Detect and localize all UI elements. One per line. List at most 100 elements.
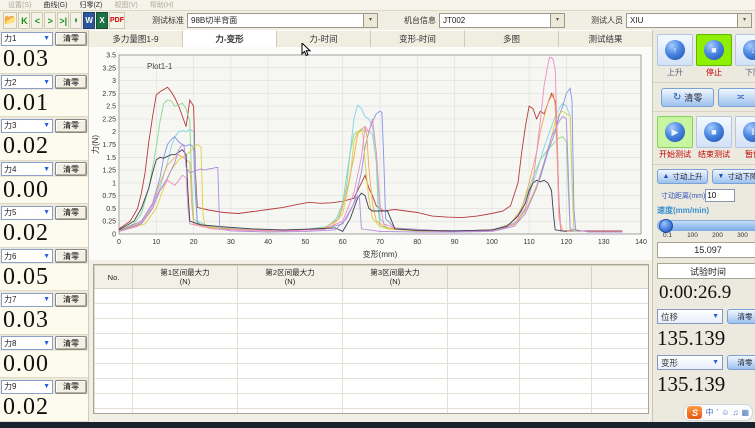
channel-zero-button[interactable]: 清零 xyxy=(55,75,87,89)
chevron-down-icon[interactable]: ▾ xyxy=(363,14,377,27)
menu-item[interactable]: 归零(Z) xyxy=(79,0,102,10)
start-test-label: 开始测试 xyxy=(657,149,693,160)
speed-slider-thumb[interactable] xyxy=(659,219,673,233)
channel-select[interactable]: 力2▼ xyxy=(1,75,53,89)
table-row[interactable] xyxy=(95,409,650,415)
channel-zero-button[interactable]: 清零 xyxy=(55,380,87,394)
menu-item[interactable]: 曲线(G) xyxy=(43,0,67,10)
channel-zero-button[interactable]: 清零 xyxy=(55,162,87,176)
channel-zero-button[interactable]: 清零 xyxy=(55,32,87,46)
play-icon: ▶ xyxy=(665,122,685,142)
channel-zero-button[interactable]: 清零 xyxy=(55,249,87,263)
tab-多图[interactable]: 多图 xyxy=(465,30,559,47)
pdf-export-icon[interactable]: PDF xyxy=(109,12,125,29)
ime-tool-icon[interactable]: 中 xyxy=(705,409,713,417)
speed-slider[interactable] xyxy=(657,220,755,231)
crosshead-up-button[interactable]: ↑上升 xyxy=(657,34,693,78)
table-row[interactable] xyxy=(95,304,650,319)
table-row[interactable] xyxy=(95,394,650,409)
channel-select[interactable]: 力8▼ xyxy=(1,336,53,350)
sogou-input-bar[interactable]: S中’☺♫▦ xyxy=(683,404,753,421)
deformation-select[interactable]: 变形 ▼ xyxy=(657,355,723,370)
menu-item[interactable]: 设置(S) xyxy=(8,0,31,10)
next-record-icon[interactable]: > xyxy=(44,12,56,29)
app-window: 设置(S) 曲线(G) 归零(Z) 视图(V) 帮助(H) 📂K<>>|◗WXPDF 测试… xyxy=(0,0,755,428)
curve-icon[interactable]: ◗ xyxy=(70,12,82,29)
table-cell xyxy=(238,409,343,415)
displacement-zero-button[interactable]: 清零 xyxy=(727,309,755,324)
end-test-button[interactable]: ■结束测试 xyxy=(696,116,732,160)
pause-test-button[interactable]: ‖暂停 xyxy=(735,116,755,160)
table-cell xyxy=(343,364,448,379)
inch-up-button[interactable]: ▲ 寸动上升 xyxy=(657,169,708,184)
chevron-down-icon[interactable]: ▾ xyxy=(550,14,564,27)
panel-zero-button[interactable]: ↻ 清零 xyxy=(661,88,714,107)
table-row[interactable] xyxy=(95,289,650,304)
ime-tool-icon[interactable]: ’ xyxy=(716,409,718,417)
table-cell xyxy=(448,349,520,364)
table-row[interactable] xyxy=(95,364,650,379)
deformation-zero-button[interactable]: 清零 xyxy=(727,355,755,370)
menu-item[interactable]: 视图(V) xyxy=(114,0,137,10)
ime-tool-icon[interactable]: ☺ xyxy=(721,409,729,417)
test-time-label: 试验时间 xyxy=(657,263,755,279)
table-header-cell: No. xyxy=(95,266,133,289)
first-record-icon[interactable]: K xyxy=(18,12,30,29)
toolbar-field-label: 测试人员 xyxy=(591,15,623,26)
channel-zero-button[interactable]: 清零 xyxy=(55,293,87,307)
return-button[interactable]: ≍ xyxy=(718,88,755,107)
open-file-icon[interactable]: 📂 xyxy=(3,12,17,29)
svg-text:110: 110 xyxy=(524,239,535,246)
menu-item[interactable]: 帮助(H) xyxy=(150,0,174,10)
sogou-logo-icon[interactable]: S xyxy=(687,406,702,419)
chevron-down-icon[interactable]: ▾ xyxy=(737,14,751,27)
channel-zero-button[interactable]: 清零 xyxy=(55,336,87,350)
svg-text:10: 10 xyxy=(152,239,160,246)
prev-record-icon[interactable]: < xyxy=(31,12,43,29)
channel-select-label: 力3 xyxy=(4,120,16,131)
toolbar-combo[interactable]: XIU▾ xyxy=(626,13,752,28)
taskbar-edge[interactable] xyxy=(0,422,755,428)
channel-select[interactable]: 力3▼ xyxy=(1,119,53,133)
tab-变形-时间[interactable]: 变形-时间 xyxy=(371,30,465,47)
channel-zero-button[interactable]: 清零 xyxy=(55,206,87,220)
chevron-down-icon: ▼ xyxy=(43,296,50,303)
channel-row: 力3▼清零 xyxy=(0,117,88,133)
tab-测试结果[interactable]: 测试结果 xyxy=(559,30,653,47)
force-deformation-chart[interactable]: 010203040506070809010011012013014000.250… xyxy=(89,47,653,260)
ime-tool-icon[interactable]: ▦ xyxy=(741,409,749,417)
displacement-select[interactable]: 位移 ▼ xyxy=(657,309,723,324)
last-record-icon[interactable]: >| xyxy=(57,12,69,29)
inch-down-button[interactable]: ▼ 寸动下降 xyxy=(712,169,755,184)
table-cell xyxy=(238,319,343,334)
channel-select[interactable]: 力7▼ xyxy=(1,293,53,307)
crosshead-stop-button[interactable]: ■停止 xyxy=(696,34,732,78)
table-cell xyxy=(448,364,520,379)
table-row[interactable] xyxy=(95,334,650,349)
toolbar-combo[interactable]: 98B切半背面▾ xyxy=(187,13,378,28)
speed-tick-label: 200 xyxy=(705,232,730,239)
result-table-wrap[interactable]: No.第1区间最大力(N)第2区间最大力(N)第3区间最大力(N) xyxy=(93,264,649,414)
channel-select[interactable]: 力9▼ xyxy=(1,380,53,394)
tab-力-时间[interactable]: 力-时间 xyxy=(277,30,371,47)
tab-多力量图1-9[interactable]: 多力量图1-9 xyxy=(89,30,183,47)
channel-zero-button[interactable]: 清零 xyxy=(55,119,87,133)
tab-力-变形[interactable]: 力-变形 xyxy=(183,30,277,48)
header-unit: (N) xyxy=(239,277,341,286)
excel-export-icon[interactable]: X xyxy=(96,12,108,29)
table-cell xyxy=(343,289,448,304)
table-row[interactable] xyxy=(95,349,650,364)
table-row[interactable] xyxy=(95,319,650,334)
channel-select[interactable]: 力4▼ xyxy=(1,162,53,176)
inch-distance-input[interactable] xyxy=(705,189,735,202)
down-arrow-icon: ↓ xyxy=(743,40,755,60)
crosshead-down-button[interactable]: ↓下降 xyxy=(735,34,755,78)
start-test-button[interactable]: ▶ 开始测试 xyxy=(657,116,693,160)
table-row[interactable] xyxy=(95,379,650,394)
channel-select[interactable]: 力6▼ xyxy=(1,249,53,263)
channel-select[interactable]: 力1▼ xyxy=(1,32,53,46)
ime-tool-icon[interactable]: ♫ xyxy=(732,409,738,417)
word-export-icon[interactable]: W xyxy=(83,12,95,29)
toolbar-combo[interactable]: JT002▾ xyxy=(439,13,565,28)
channel-select[interactable]: 力5▼ xyxy=(1,206,53,220)
